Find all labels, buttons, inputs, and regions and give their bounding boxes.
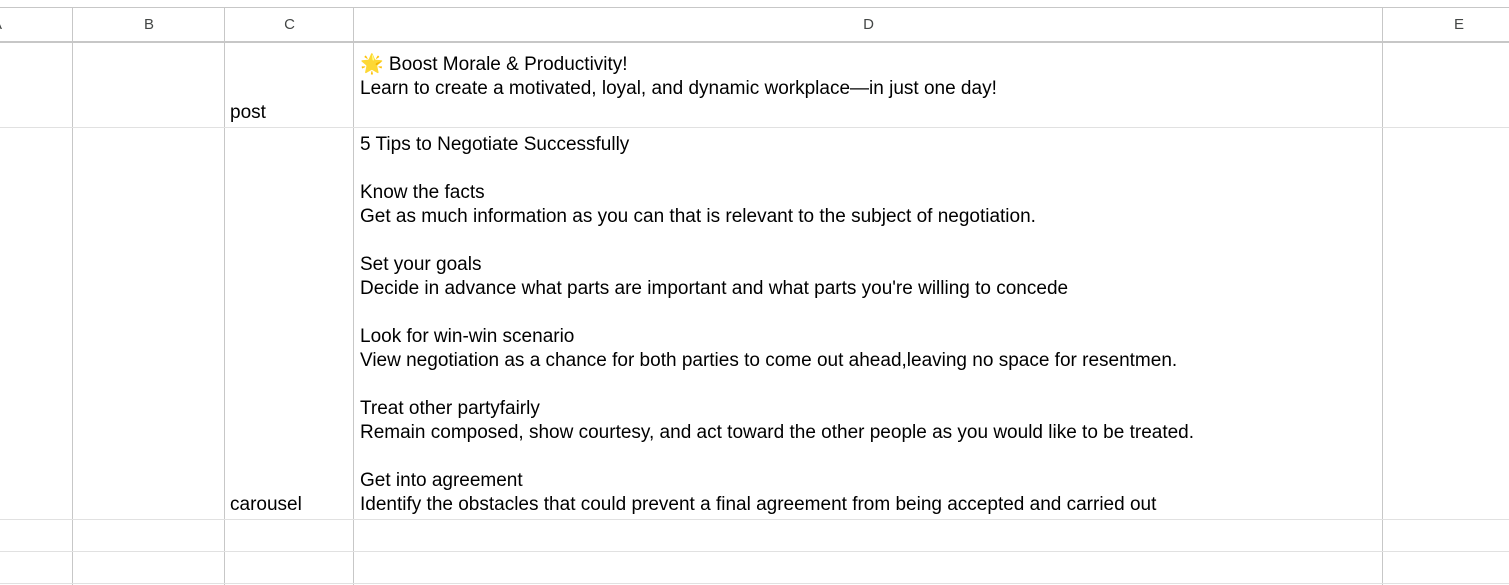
column-header-b-label: B bbox=[143, 16, 154, 33]
grid-line-vertical bbox=[353, 7, 354, 585]
grid-line-horizontal bbox=[0, 583, 1509, 584]
cell-c-post-type[interactable]: post bbox=[230, 101, 266, 125]
column-header-a[interactable]: A bbox=[0, 7, 73, 43]
cell-d-post-content[interactable]: 🌟 Boost Morale & Productivity! Learn to … bbox=[360, 53, 997, 101]
grid-line-horizontal bbox=[0, 127, 1509, 128]
column-header-d[interactable]: D bbox=[354, 7, 1383, 43]
column-header-c-label: C bbox=[284, 16, 295, 33]
grid-line-vertical bbox=[224, 7, 225, 585]
column-header-c[interactable]: C bbox=[225, 7, 354, 43]
column-header-d-label: D bbox=[863, 16, 874, 33]
grid-line-vertical bbox=[72, 7, 73, 585]
column-header-a-label: A bbox=[0, 16, 2, 33]
cell-d-carousel-content[interactable]: 5 Tips to Negotiate Successfully Know th… bbox=[360, 133, 1194, 517]
grid-line-horizontal bbox=[0, 519, 1509, 520]
column-header-b[interactable]: B bbox=[73, 7, 225, 43]
grid-line-horizontal bbox=[0, 551, 1509, 552]
grid-line-vertical bbox=[1382, 7, 1383, 585]
cell-c-carousel-type[interactable]: carousel bbox=[230, 493, 302, 517]
column-header-e-label: E bbox=[1453, 16, 1464, 33]
column-header-e[interactable]: E bbox=[1383, 7, 1509, 43]
